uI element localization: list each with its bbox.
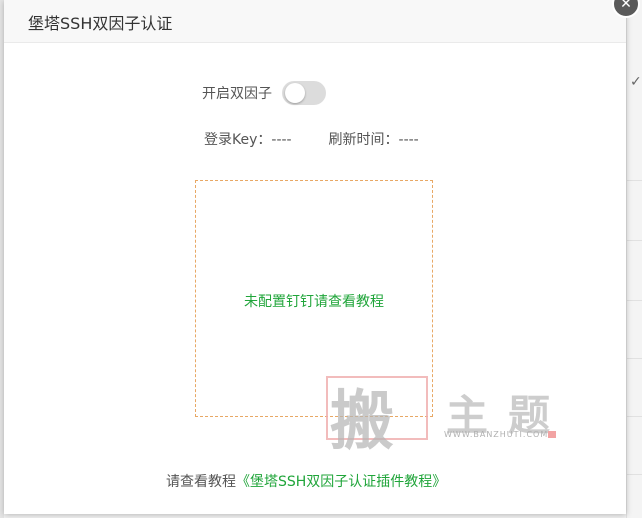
tutorial-line: 请查看教程《堡塔SSH双因子认证插件教程》 [166,471,446,491]
underlying-page-right: ✓ [626,0,642,518]
divider [627,416,642,417]
qr-status-message[interactable]: 未配置钉钉请查看教程 [196,291,432,311]
refresh-time-value: ---- [398,132,419,148]
key-info-row: 登录Key：---- 刷新时间：---- [204,129,419,149]
two-factor-toggle-row: 开启双因子 [202,80,326,106]
watermark-url: WWW.BANZHUTI.COM [444,430,549,439]
divider [627,180,642,181]
tutorial-prefix: 请查看教程 [166,474,236,490]
dialog-title: 堡塔SSH双因子认证 [28,14,173,33]
divider [627,300,642,301]
two-factor-toggle-label: 开启双因子 [202,86,272,102]
dialog-title-bar: 堡塔SSH双因子认证 [4,0,626,43]
switch-knob [285,83,305,103]
login-key-label: 登录Key： [204,132,272,148]
watermark-logo-char: 搬 [330,384,394,459]
check-icon: ✓ [630,74,642,90]
tutorial-link[interactable]: 《堡塔SSH双因子认证插件教程》 [236,474,446,490]
watermark-mark [548,431,556,438]
divider [627,358,642,359]
two-factor-toggle-switch[interactable] [282,81,326,105]
login-key-value: ---- [271,132,292,148]
divider [627,240,642,241]
refresh-time-label: 刷新时间： [328,132,399,148]
divider [627,474,642,475]
